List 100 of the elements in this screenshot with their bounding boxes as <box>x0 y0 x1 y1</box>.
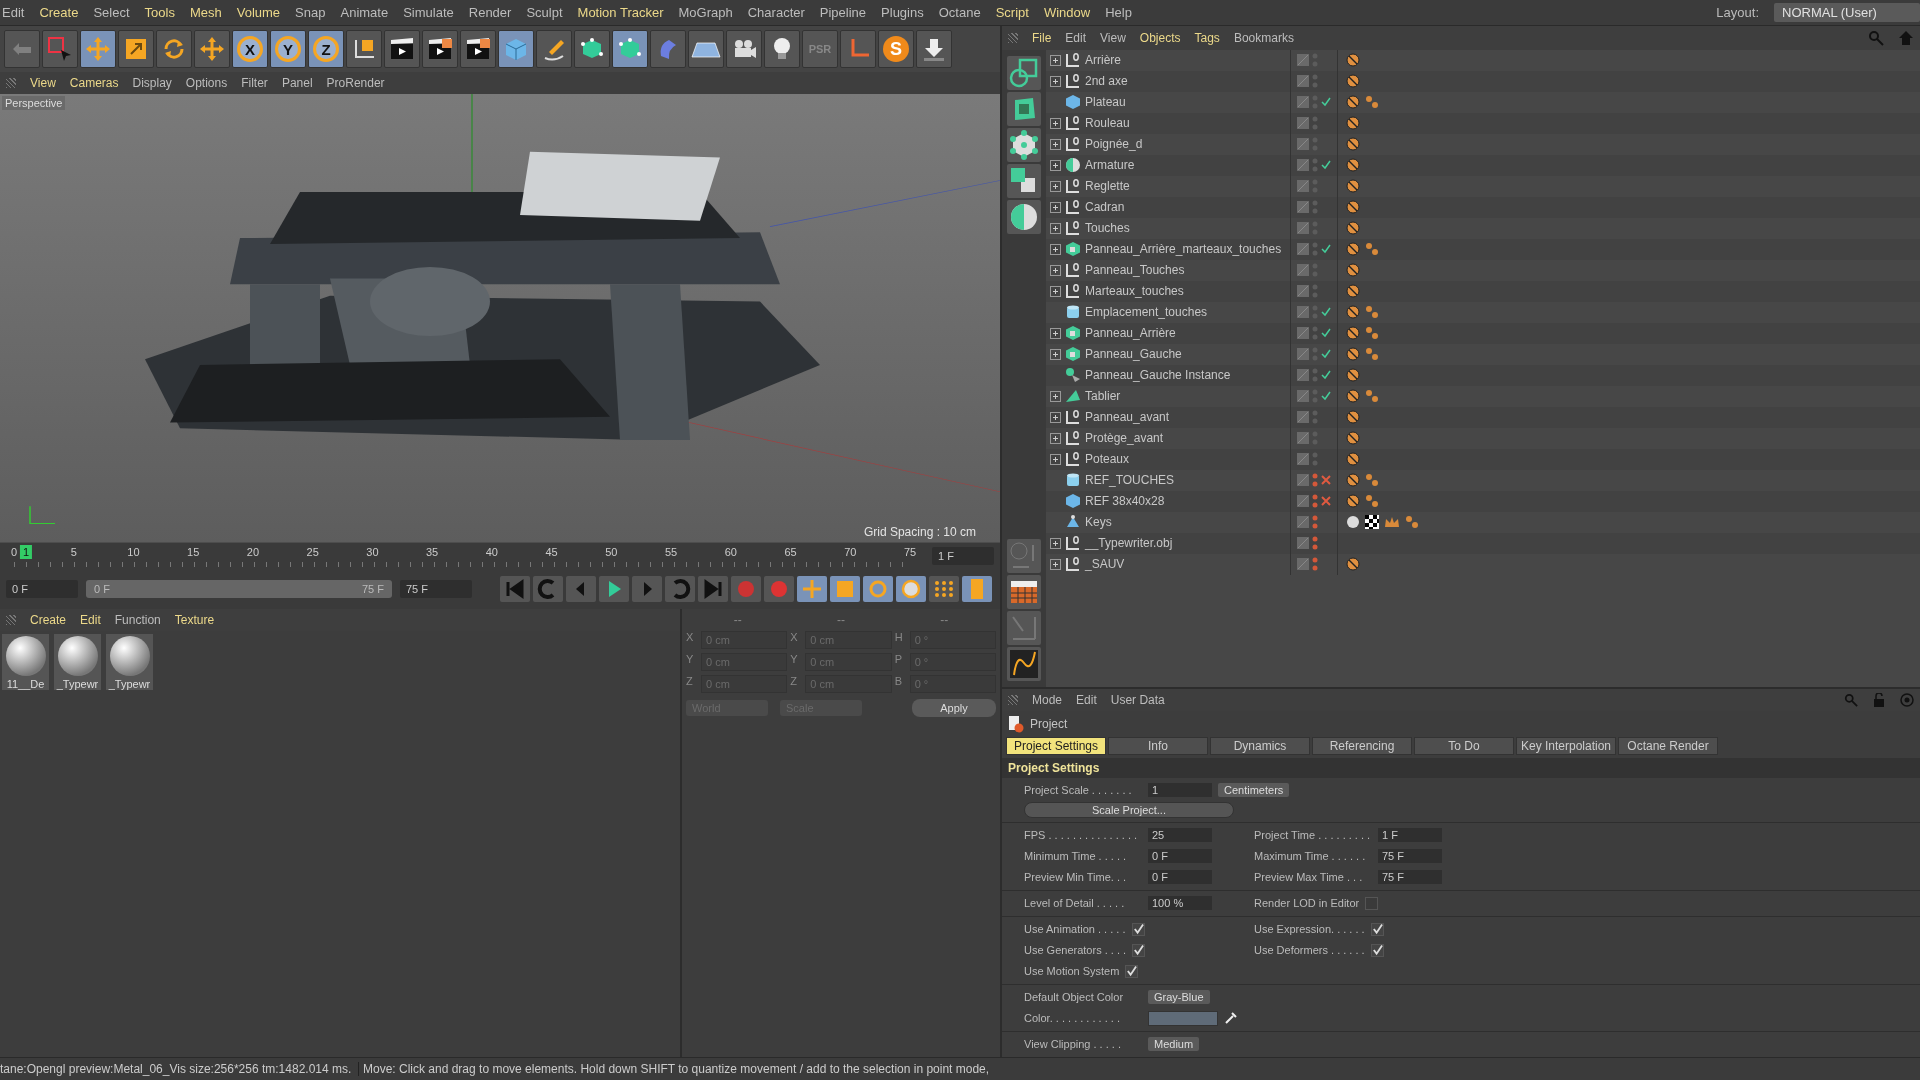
expand-icon[interactable] <box>1050 222 1061 234</box>
phong-tag-icon[interactable] <box>1346 74 1360 89</box>
number-field[interactable]: 25 <box>1148 828 1212 842</box>
material-swatch[interactable]: _Typewr <box>106 633 153 690</box>
editor-visibility-icon[interactable] <box>1297 159 1309 172</box>
editor-visibility-icon[interactable] <box>1297 411 1309 424</box>
expand-icon[interactable] <box>1050 327 1061 339</box>
expand-icon[interactable] <box>1050 159 1061 171</box>
menu-item[interactable]: Mode <box>1032 693 1063 707</box>
editor-visibility-icon[interactable] <box>1297 558 1309 571</box>
check-icon[interactable] <box>1321 370 1331 381</box>
points-cube-icon[interactable] <box>1007 127 1041 162</box>
editor-visibility-icon[interactable] <box>1297 180 1309 193</box>
editor-visibility-icon[interactable] <box>1297 453 1309 466</box>
editor-visibility-icon[interactable] <box>1297 516 1309 529</box>
phong-tag-icon[interactable] <box>1346 221 1360 236</box>
selection-tag-icon[interactable] <box>1365 95 1379 110</box>
visibility-dots-icon[interactable] <box>1312 536 1318 551</box>
menu-item[interactable]: Filter <box>241 76 268 90</box>
number-field[interactable]: 1 <box>1148 783 1212 797</box>
cross-icon[interactable] <box>1321 475 1331 486</box>
expand-icon[interactable] <box>1050 243 1061 255</box>
expand-icon[interactable] <box>1050 180 1061 192</box>
expand-icon[interactable] <box>1050 201 1061 213</box>
phong-tag-icon[interactable] <box>1346 179 1360 194</box>
eyedropper-icon[interactable] <box>1224 1011 1238 1025</box>
check-icon[interactable] <box>1321 349 1331 360</box>
phong-tag-icon[interactable] <box>1346 326 1360 341</box>
scale-key-icon[interactable] <box>830 575 860 602</box>
menu-item[interactable]: Texture <box>174 612 215 627</box>
phong-tag-icon[interactable] <box>1346 431 1360 446</box>
tool-button[interactable] <box>346 30 382 68</box>
visibility-dots-icon[interactable] <box>1312 326 1318 341</box>
tab[interactable]: To Do <box>1414 737 1514 755</box>
object-name[interactable]: Armature <box>1085 158 1135 173</box>
check-icon[interactable] <box>1321 244 1331 255</box>
check-icon[interactable] <box>1321 307 1331 318</box>
crown-tag-icon[interactable] <box>1384 515 1400 530</box>
phong-tag-icon[interactable] <box>1346 305 1360 320</box>
tool-button[interactable] <box>688 30 724 68</box>
phong-tag-icon[interactable] <box>1346 158 1360 173</box>
number-field[interactable]: 0 F <box>1148 870 1212 884</box>
number-field[interactable]: 75 F <box>1378 849 1442 863</box>
editor-visibility-icon[interactable] <box>1297 432 1309 445</box>
checkbox[interactable] <box>1132 943 1146 957</box>
next-key-icon[interactable] <box>665 575 695 602</box>
menu-item[interactable]: View <box>1100 30 1126 45</box>
polygon-cube-icon[interactable] <box>1007 91 1041 126</box>
phong-tag-icon[interactable] <box>1346 347 1360 362</box>
expand-icon[interactable] <box>1050 453 1061 465</box>
tool-button[interactable] <box>118 30 154 68</box>
visibility-dots-icon[interactable] <box>1312 515 1318 530</box>
editor-visibility-icon[interactable] <box>1297 495 1309 508</box>
tab[interactable]: Referencing <box>1312 737 1412 755</box>
tab[interactable]: Octane Render <box>1618 737 1718 755</box>
tool-button[interactable] <box>574 30 610 68</box>
menu-item[interactable]: Snap <box>295 5 326 20</box>
expand-icon[interactable] <box>1050 390 1061 402</box>
axis-lock-button[interactable]: Z <box>308 30 344 68</box>
menu-item[interactable]: Cameras <box>69 76 119 90</box>
object-name[interactable]: Panneau_Arrière <box>1085 326 1176 341</box>
editor-visibility-icon[interactable] <box>1297 117 1309 130</box>
editor-visibility-icon[interactable] <box>1297 369 1309 382</box>
editor-visibility-icon[interactable] <box>1297 54 1309 67</box>
menu-item[interactable]: Create <box>30 612 67 627</box>
selection-tag-icon[interactable] <box>1365 389 1379 404</box>
object-name[interactable]: Emplacement_touches <box>1085 305 1208 320</box>
object-name[interactable]: REF 38x40x28 <box>1085 494 1165 509</box>
phong-tag-icon[interactable] <box>1346 242 1360 257</box>
object-name[interactable]: Panneau_Arrière_marteaux_touches <box>1085 242 1282 257</box>
tool-button[interactable] <box>612 30 648 68</box>
selection-tag-icon[interactable] <box>1365 473 1379 488</box>
previous-key-icon[interactable] <box>533 575 563 602</box>
check-icon[interactable] <box>1321 328 1331 339</box>
number-field[interactable]: 100 % <box>1148 896 1212 910</box>
expand-icon[interactable] <box>1050 432 1061 444</box>
menu-item[interactable]: Pipeline <box>819 5 867 20</box>
number-field[interactable]: 75 F <box>1378 870 1442 884</box>
object-name[interactable]: Tablier <box>1085 389 1121 404</box>
editor-visibility-icon[interactable] <box>1297 390 1309 403</box>
curve-icon[interactable] <box>1007 647 1041 681</box>
menu-item[interactable]: Animate <box>340 5 389 20</box>
menu-item[interactable]: Edit <box>2 5 25 20</box>
material-tag-icon[interactable] <box>1346 515 1360 530</box>
phong-tag-icon[interactable] <box>1346 263 1360 278</box>
unit-dropdown[interactable]: Centimeters <box>1218 783 1290 797</box>
tool-button[interactable] <box>80 30 116 68</box>
menu-item[interactable]: Create <box>39 5 79 20</box>
expand-icon[interactable] <box>1050 117 1061 129</box>
expand-icon[interactable] <box>1050 537 1061 549</box>
check-icon[interactable] <box>1321 391 1331 402</box>
material-swatch[interactable]: _Typewr <box>54 633 101 690</box>
object-name[interactable]: Arrière <box>1085 53 1121 68</box>
go-to-start-icon[interactable] <box>500 575 530 602</box>
expand-icon[interactable] <box>1050 285 1061 297</box>
menu-item[interactable]: Panel <box>281 76 313 90</box>
menu-item[interactable]: Mesh <box>189 5 222 20</box>
object-name[interactable]: Touches <box>1085 221 1130 236</box>
visibility-dots-icon[interactable] <box>1312 473 1318 488</box>
editor-visibility-icon[interactable] <box>1297 327 1309 340</box>
